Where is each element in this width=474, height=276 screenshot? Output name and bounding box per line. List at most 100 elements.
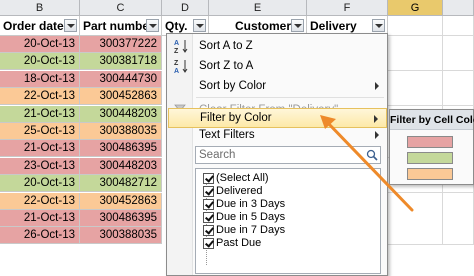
sort-z-to-a-item[interactable]: ZA Sort Z to A: [168, 56, 387, 76]
svg-text:Z: Z: [174, 60, 179, 67]
submenu-arrow-icon: [374, 115, 378, 123]
empty-cell[interactable]: [388, 88, 443, 106]
cell-color-swatch-green[interactable]: [407, 152, 453, 164]
autofilter-menu: AZ Sort A to Z ZA Sort Z to A Sort by Co…: [166, 33, 388, 276]
text-filters-item[interactable]: Text Filters: [168, 125, 387, 145]
checkbox-icon[interactable]: [203, 225, 214, 236]
filter-by-cell-color-submenu: Filter by Cell Color: [389, 109, 474, 185]
list-item-label: Delivered: [216, 185, 263, 197]
empty-cell[interactable]: [443, 210, 474, 228]
sort-by-color-label: Sort by Color: [199, 80, 267, 92]
svg-text:Z: Z: [174, 48, 179, 54]
filter-dropdown-button[interactable]: [64, 19, 77, 32]
cell-color-swatch-orange[interactable]: [407, 168, 453, 180]
part-number-cell[interactable]: 300388035: [80, 227, 162, 244]
column-header-f[interactable]: F: [307, 0, 388, 16]
empty-cell[interactable]: [443, 71, 474, 89]
sort-by-color-item[interactable]: Sort by Color: [168, 76, 387, 96]
column-header-b[interactable]: B: [0, 0, 80, 16]
search-input[interactable]: Search: [195, 146, 381, 164]
filter-value-list: (Select All) Delivered Due in 3 Days Due…: [195, 168, 381, 274]
order-date-cell[interactable]: 22-Oct-13: [0, 193, 80, 210]
empty-cell[interactable]: [388, 193, 443, 211]
list-item-due-7[interactable]: Due in 7 Days: [203, 224, 286, 237]
search-placeholder: Search: [199, 149, 236, 161]
header-part-number: Part number: [80, 16, 162, 36]
part-number-cell[interactable]: 300482712: [80, 175, 162, 192]
part-number-cell[interactable]: 300388035: [80, 123, 162, 140]
part-number-cell[interactable]: 300444730: [80, 71, 162, 88]
column-header-d[interactable]: D: [162, 0, 209, 16]
list-item-label: Due in 5 Days: [216, 211, 286, 223]
empty-cell[interactable]: [443, 16, 474, 36]
header-qty-label: Qty.: [165, 19, 188, 33]
column-header-e[interactable]: E: [209, 0, 307, 16]
order-date-cell[interactable]: 21-Oct-13: [0, 140, 80, 157]
checkbox-icon[interactable]: [203, 212, 214, 223]
list-item-label: Past Due: [216, 237, 262, 249]
part-number-cell[interactable]: 300448203: [80, 106, 162, 123]
list-item-label: Due in 3 Days: [216, 198, 286, 210]
cell-color-swatch-red[interactable]: [407, 136, 453, 148]
order-date-cell[interactable]: 20-Oct-13: [0, 175, 80, 192]
empty-cell[interactable]: [443, 193, 474, 211]
column-header-c[interactable]: C: [80, 0, 162, 16]
order-date-cell[interactable]: 20-Oct-13: [0, 36, 80, 53]
order-date-cell[interactable]: 22-Oct-13: [0, 88, 80, 105]
checkbox-icon[interactable]: [203, 186, 214, 197]
list-item-delivered[interactable]: Delivered: [203, 185, 263, 198]
list-item-label: Due in 7 Days: [216, 224, 286, 236]
part-number-cell[interactable]: 300486395: [80, 210, 162, 227]
order-date-cell[interactable]: 20-Oct-13: [0, 53, 80, 70]
list-item-label: (Select All): [216, 172, 269, 184]
list-item-past-due[interactable]: Past Due: [203, 237, 262, 250]
order-date-cell[interactable]: 25-Oct-13: [0, 123, 80, 140]
empty-cell[interactable]: [443, 227, 474, 245]
checkbox-icon[interactable]: [203, 173, 214, 184]
filter-dropdown-button[interactable]: [372, 19, 385, 32]
empty-cell[interactable]: [443, 53, 474, 71]
header-part-number-label: Part number: [83, 19, 154, 33]
filter-dropdown-button[interactable]: [291, 19, 304, 32]
sort-za-icon: ZA: [173, 58, 189, 75]
sort-a-to-z-label: Sort A to Z: [199, 40, 253, 52]
empty-cell[interactable]: [388, 210, 443, 228]
order-date-cell[interactable]: 23-Oct-13: [0, 158, 80, 175]
order-date-cell[interactable]: 21-Oct-13: [0, 106, 80, 123]
empty-cell[interactable]: [388, 36, 443, 54]
part-number-cell[interactable]: 300452863: [80, 88, 162, 105]
part-number-cell[interactable]: 300452863: [80, 193, 162, 210]
header-customer-label: Customer: [235, 19, 292, 33]
part-number-cell[interactable]: 300448203: [80, 158, 162, 175]
column-header-g[interactable]: G: [388, 0, 443, 16]
list-item-due-3[interactable]: Due in 3 Days: [203, 198, 286, 211]
empty-cell[interactable]: [388, 53, 443, 71]
checkbox-icon[interactable]: [203, 238, 214, 249]
order-date-cell[interactable]: 18-Oct-13: [0, 71, 80, 88]
empty-cell[interactable]: [388, 16, 443, 36]
empty-cell[interactable]: [443, 88, 474, 106]
empty-cell[interactable]: [388, 227, 443, 245]
filter-dropdown-button[interactable]: [146, 19, 159, 32]
submenu-title: Filter by Cell Color: [390, 110, 474, 130]
empty-cell[interactable]: [443, 36, 474, 54]
part-number-cell[interactable]: 300381718: [80, 53, 162, 70]
order-date-cell[interactable]: 26-Oct-13: [0, 227, 80, 244]
header-delivery-label: Delivery: [310, 19, 357, 33]
checkbox-icon[interactable]: [203, 199, 214, 210]
submenu-arrow-icon: [375, 82, 379, 90]
part-number-cell[interactable]: 300486395: [80, 140, 162, 157]
list-item-select-all[interactable]: (Select All): [203, 172, 269, 185]
part-number-cell[interactable]: 300377222: [80, 36, 162, 53]
list-item-due-5[interactable]: Due in 5 Days: [203, 211, 286, 224]
filter-by-color-label: Filter by Color: [200, 112, 272, 124]
submenu-arrow-icon: [375, 131, 379, 139]
header-order-date: Order date: [0, 16, 80, 36]
sort-a-to-z-item[interactable]: AZ Sort A to Z: [168, 36, 387, 56]
order-date-cell[interactable]: 21-Oct-13: [0, 210, 80, 227]
column-header-h[interactable]: [443, 0, 474, 16]
sort-z-to-a-label: Sort Z to A: [199, 60, 254, 72]
empty-cell[interactable]: [388, 71, 443, 89]
search-icon[interactable]: [366, 149, 378, 161]
filter-dropdown-button[interactable]: [193, 19, 206, 32]
